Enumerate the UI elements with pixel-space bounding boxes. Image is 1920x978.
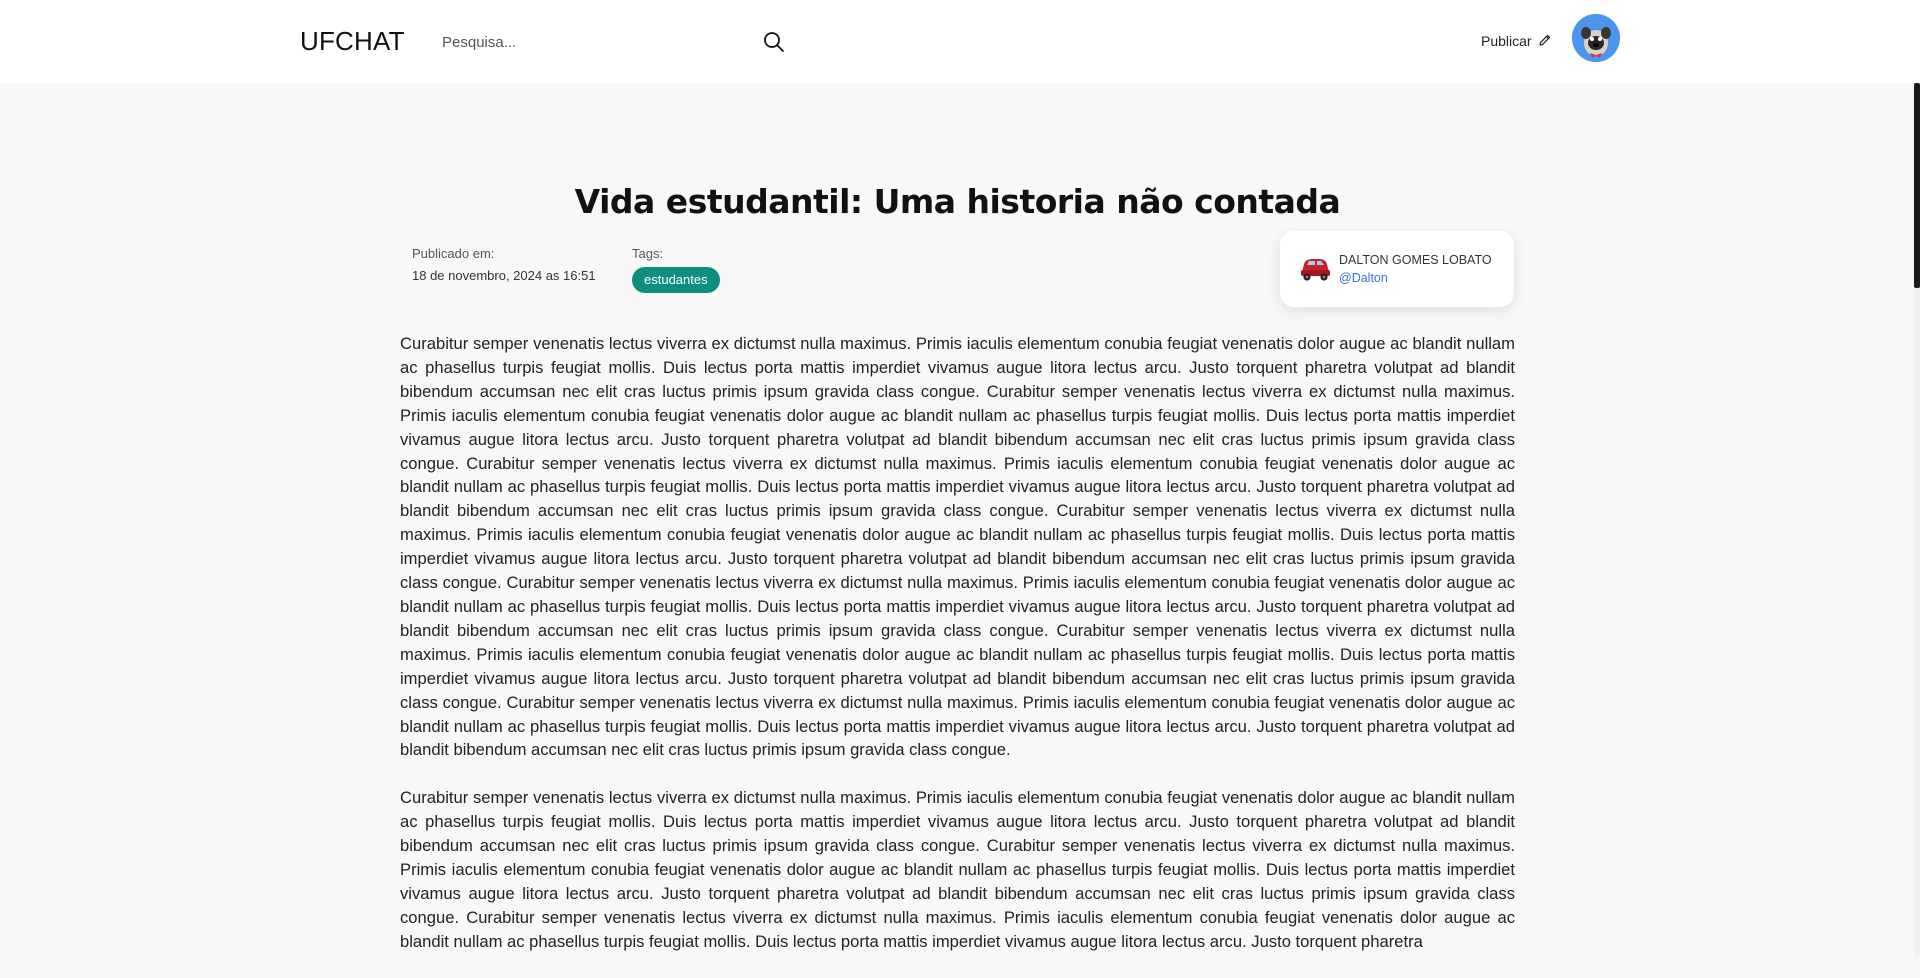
top-navbar: UFCHAT Publicar	[0, 0, 1920, 83]
publish-label: Publicar	[1481, 33, 1532, 49]
post-body: Curabitur semper venenatis lectus viverr…	[400, 332, 1515, 978]
post-paragraph: Curabitur semper venenatis lectus viverr…	[400, 788, 1515, 951]
tags-label: Tags:	[632, 246, 664, 261]
author-handle-link[interactable]: @Dalton	[1339, 271, 1388, 285]
published-date: 18 de novembro, 2024 as 16:51	[412, 268, 596, 283]
published-label: Publicado em:	[412, 246, 495, 261]
page-scrollbar-thumb[interactable]	[1914, 83, 1920, 288]
search-bar	[430, 22, 786, 62]
pencil-icon	[1538, 33, 1552, 50]
publish-button[interactable]: Publicar	[1481, 30, 1552, 52]
app-logo[interactable]: UFCHAT	[300, 26, 405, 57]
author-card[interactable]: DALTON GOMES LOBATO @Dalton	[1280, 231, 1514, 307]
search-input[interactable]	[430, 27, 754, 57]
dog-avatar-icon	[1572, 14, 1620, 62]
user-avatar[interactable]	[1572, 14, 1620, 62]
post-paragraph: Curabitur semper venenatis lectus viverr…	[400, 334, 1515, 760]
search-icon[interactable]	[762, 30, 786, 54]
post-title: Vida estudantil: Uma historia não contad…	[574, 182, 1341, 222]
tag-badge[interactable]: estudantes	[632, 267, 720, 293]
car-icon	[1298, 253, 1332, 283]
author-name: DALTON GOMES LOBATO	[1339, 253, 1492, 267]
